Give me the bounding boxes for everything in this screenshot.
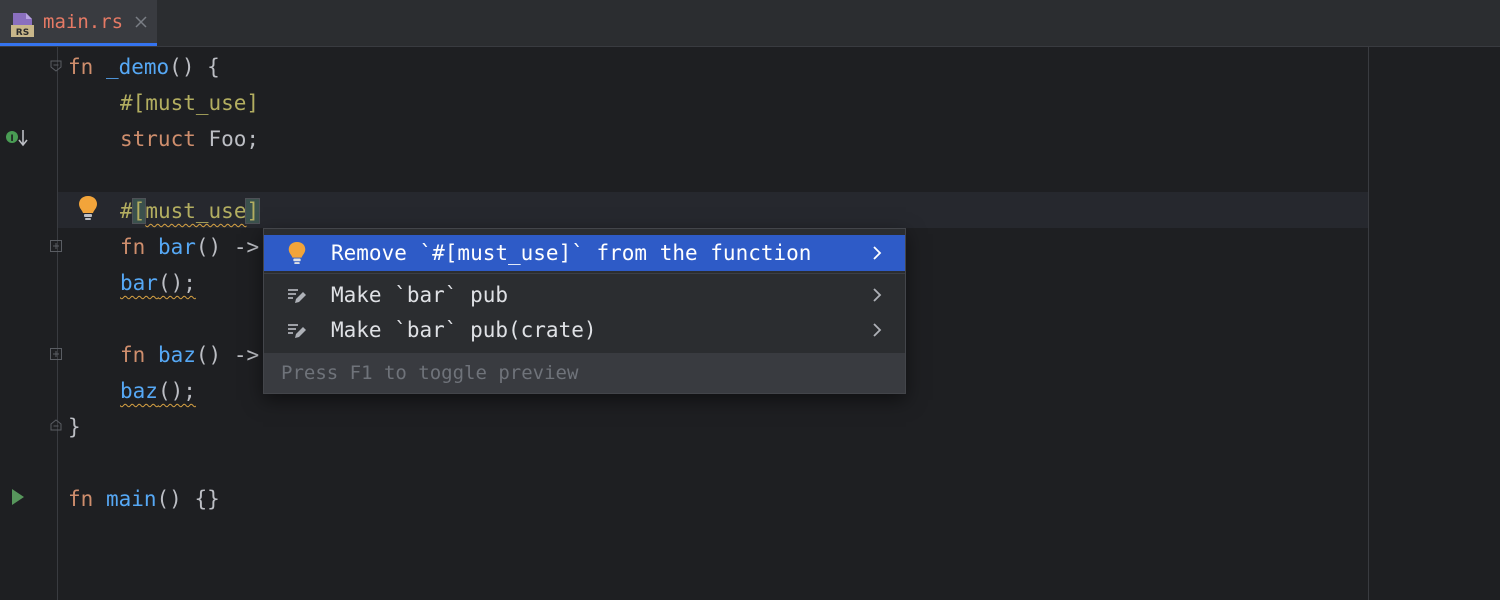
lightbulb-icon[interactable] [76,194,100,222]
close-icon[interactable] [133,14,149,30]
function-name: baz [157,343,196,367]
lightbulb-icon [288,242,306,264]
code-line[interactable]: } [68,409,81,445]
tab-bar-divider [0,46,1500,47]
attribute-hash: # [120,199,133,223]
tab-main-rs[interactable]: RS main.rs [0,0,157,46]
popup-item-label: Make `bar` pub(crate) [331,318,597,342]
right-margin-guide [1368,47,1369,600]
chevron-right-icon[interactable] [867,320,887,340]
popup-item-make-bar-pub[interactable]: Make `bar` pub [264,277,905,313]
popup-item-label: Remove `#[must_use]` from the function [331,241,812,265]
code-punct: () {} [156,487,220,511]
keyword: fn [68,487,94,511]
preview-hint: Press F1 to toggle preview [281,362,579,384]
fold-collapse-icon[interactable] [50,60,62,72]
svg-text:I: I [10,134,13,144]
popup-footer: Press F1 to toggle preview [264,353,905,393]
popup-item-remove-must-use[interactable]: Remove `#[must_use]` from the function [264,235,905,271]
fold-expand-icon[interactable] [50,348,62,360]
quick-fix-pencil-icon [288,289,306,303]
chevron-right-icon[interactable] [867,285,887,305]
code-punct: () { [169,55,220,79]
keyword: fn [120,235,146,259]
keyword: struct [120,127,196,151]
code-punct: (); [157,379,196,403]
popup-item-make-bar-pub-crate[interactable]: Make `bar` pub(crate) [264,312,905,348]
bracket-match: ] [245,198,261,224]
attribute: #[must_use] [120,91,260,115]
popup-separator [264,273,905,274]
run-icon[interactable] [10,488,26,506]
keyword: fn [120,343,146,367]
function-call: baz [120,379,158,403]
fold-end-icon[interactable] [50,419,62,431]
code-line[interactable]: fn baz() -> [120,337,259,373]
popup-item-label: Make `bar` pub [331,283,509,307]
code-line[interactable]: #[must_use] [120,193,261,229]
code-punct: () -> [195,235,260,259]
intention-actions-popup: Remove `#[must_use]` from the function M… [263,228,906,394]
keyword: fn [68,55,94,79]
fold-expand-icon[interactable] [50,240,62,252]
code-line[interactable]: struct Foo; [120,121,259,157]
rust-file-icon: RS [11,13,34,38]
closing-brace: } [68,415,81,439]
editor-tab-bar: RS main.rs [0,0,1500,46]
code-line[interactable]: fn _demo() { [68,49,220,85]
code-line[interactable]: fn main() {} [68,481,220,517]
bracket-match: [ [131,198,147,224]
attribute-warning: must_use [145,199,247,223]
code-punct: (); [157,271,196,295]
rust-file-icon-text: RS [16,28,29,38]
code-line[interactable]: #[must_use] [120,85,259,121]
tab-title: main.rs [43,11,124,33]
function-name: main [105,487,157,511]
code-text: Foo; [195,127,260,151]
code-line[interactable]: bar(); [120,265,196,301]
function-name: bar [157,235,196,259]
gutter-divider [57,47,58,600]
code-line[interactable]: baz(); [120,373,196,409]
quick-fix-pencil-icon [288,324,306,338]
chevron-right-icon[interactable] [867,243,887,263]
implemented-trait-icon[interactable]: I [5,127,29,149]
code-line[interactable]: fn bar() -> [120,229,259,265]
code-punct: () -> [195,343,260,367]
function-name: _demo [105,55,170,79]
function-call: bar [120,271,158,295]
